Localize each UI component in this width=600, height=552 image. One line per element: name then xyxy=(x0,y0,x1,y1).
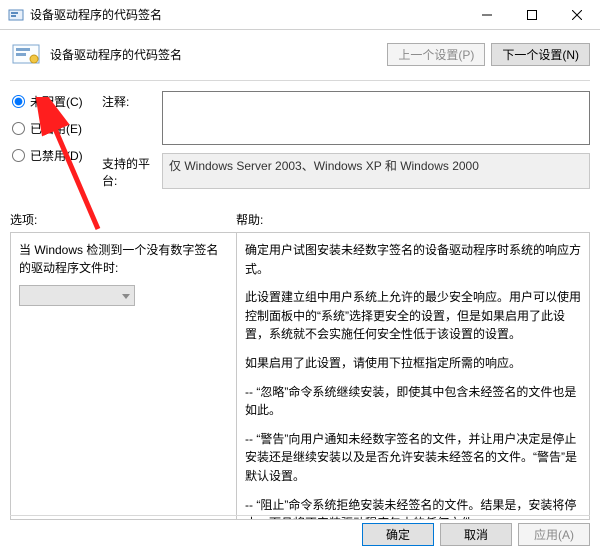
radio-disabled[interactable]: 已禁用(D) xyxy=(12,147,102,164)
state-radio-group: 未配置(C) 已启用(E) 已禁用(D) xyxy=(10,91,102,197)
cancel-button[interactable]: 取消 xyxy=(440,523,512,546)
radio-not-configured[interactable]: 未配置(C) xyxy=(12,93,102,110)
radio-enabled-input[interactable] xyxy=(12,122,25,135)
ok-button[interactable]: 确定 xyxy=(362,523,434,546)
radio-enabled[interactable]: 已启用(E) xyxy=(12,120,102,137)
help-section-label: 帮助: xyxy=(236,211,263,228)
radio-disabled-input[interactable] xyxy=(12,149,25,162)
supported-platform-box: 仅 Windows Server 2003、Windows XP 和 Windo… xyxy=(162,153,590,189)
comment-label: 注释: xyxy=(102,91,162,145)
options-text: 当 Windows 检测到一个没有数字签名的驱动程序文件时: xyxy=(19,241,228,277)
help-paragraph: -- “警告”向用户通知未经数字签名的文件，并让用户决定是停止安装还是继续安装以… xyxy=(245,430,583,486)
options-dropdown xyxy=(19,285,135,306)
radio-disabled-label: 已禁用(D) xyxy=(30,147,83,164)
close-button[interactable] xyxy=(554,0,600,29)
header-title: 设备驱动程序的代码签名 xyxy=(50,46,182,63)
help-pane[interactable]: 确定用户试图安装未经数字签名的设备驱动程序时系统的响应方式。 此设置建立组中用户… xyxy=(237,233,589,519)
help-paragraph: 如果启用了此设置，请使用下拉框指定所需的响应。 xyxy=(245,354,583,373)
help-paragraph: 此设置建立组中用户系统上允许的最少安全响应。用户可以使用控制面板中的“系统”选择… xyxy=(245,288,583,344)
comment-textarea[interactable] xyxy=(162,91,590,145)
radio-not-configured-label: 未配置(C) xyxy=(30,93,83,110)
header: 设备驱动程序的代码签名 上一个设置(P) 下一个设置(N) xyxy=(10,38,590,70)
radio-enabled-label: 已启用(E) xyxy=(30,120,82,137)
options-section-label: 选项: xyxy=(10,211,236,228)
footer-divider xyxy=(10,515,590,516)
footer: 确定 取消 应用(A) xyxy=(362,523,590,546)
policy-icon xyxy=(8,7,24,23)
platform-label: 支持的平台: xyxy=(102,153,162,189)
chevron-down-icon xyxy=(122,289,130,303)
title-bar: 设备驱动程序的代码签名 xyxy=(0,0,600,30)
apply-button[interactable]: 应用(A) xyxy=(518,523,590,546)
maximize-button[interactable] xyxy=(509,0,554,29)
policy-large-icon xyxy=(10,38,42,70)
radio-not-configured-input[interactable] xyxy=(12,95,25,108)
previous-setting-button[interactable]: 上一个设置(P) xyxy=(387,43,485,66)
next-setting-button[interactable]: 下一个设置(N) xyxy=(491,43,590,66)
help-paragraph: -- “忽略”命令系统继续安装，即使其中包含未经签名的文件也是如此。 xyxy=(245,383,583,420)
minimize-button[interactable] xyxy=(464,0,509,29)
help-paragraph: 确定用户试图安装未经数字签名的设备驱动程序时系统的响应方式。 xyxy=(245,241,583,278)
window-title: 设备驱动程序的代码签名 xyxy=(30,6,162,23)
header-divider xyxy=(10,80,590,81)
options-pane: 当 Windows 检测到一个没有数字签名的驱动程序文件时: xyxy=(11,233,237,519)
